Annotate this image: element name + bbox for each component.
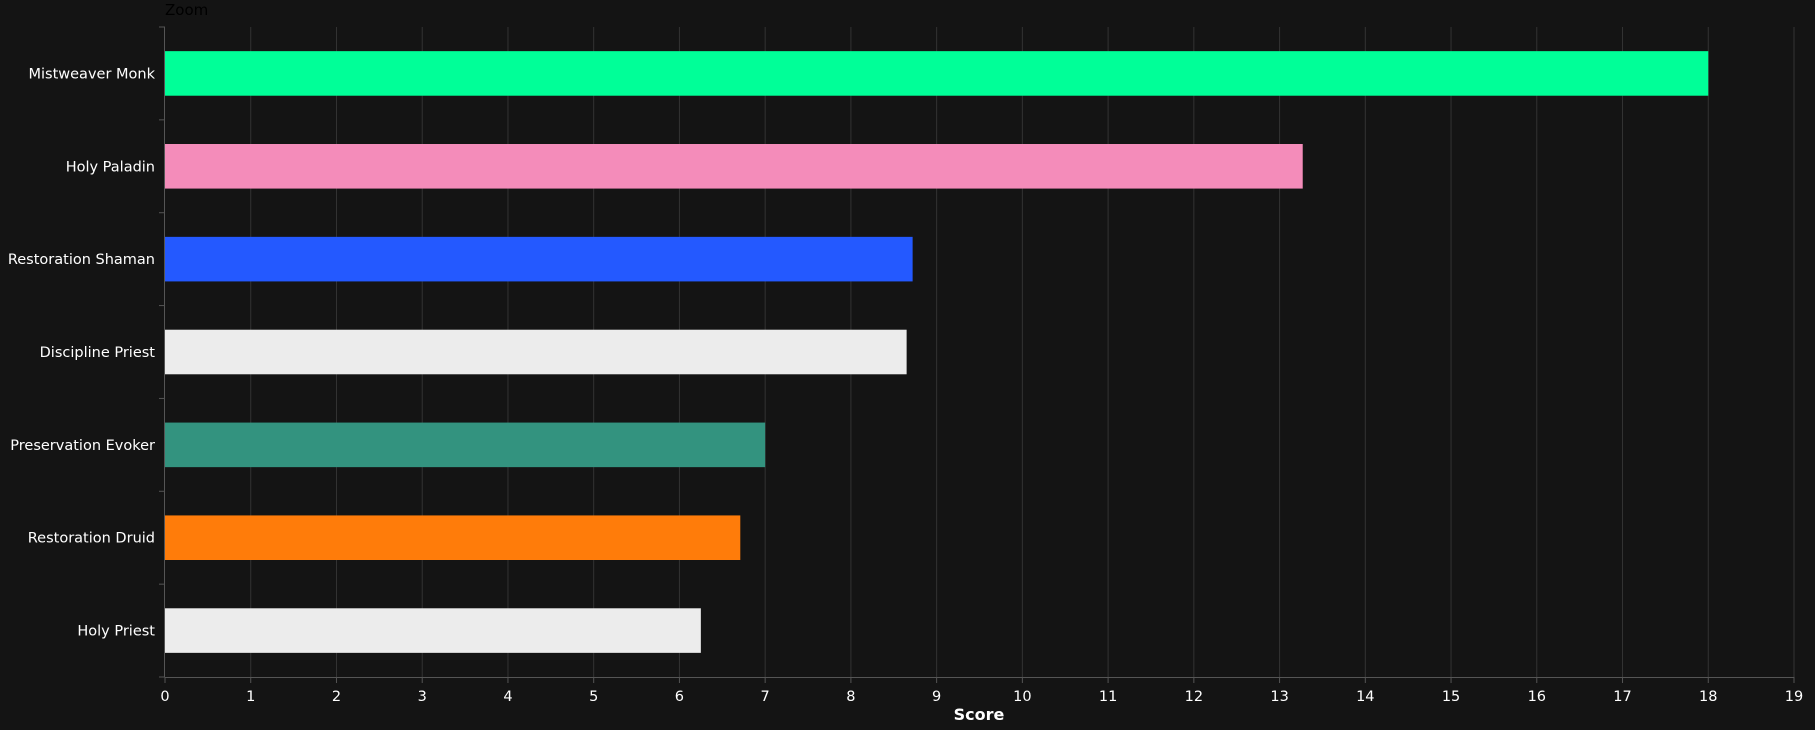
x-tick-label: 19 — [1785, 689, 1803, 705]
category-label: Restoration Shaman — [8, 252, 155, 268]
category-label: Mistweaver Monk — [29, 66, 156, 82]
x-tick-label: 3 — [418, 689, 427, 705]
x-tick-label: 18 — [1699, 689, 1717, 705]
x-tick-label: 5 — [589, 689, 598, 705]
bar-discipline-priest[interactable] — [165, 329, 907, 375]
x-tick-label: 17 — [1613, 689, 1631, 705]
zoom-label[interactable]: Zoom — [165, 1, 208, 19]
bar-mistweaver-monk[interactable] — [165, 51, 1709, 96]
x-tick-label: 15 — [1442, 689, 1460, 705]
x-tick-label: 1 — [246, 689, 255, 705]
x-tick-label: 13 — [1270, 689, 1288, 705]
category-label: Restoration Druid — [28, 531, 155, 547]
x-tick-label: 9 — [932, 689, 941, 705]
category-label: Discipline Priest — [40, 345, 156, 361]
x-tick-label: 12 — [1185, 689, 1203, 705]
category-label: Holy Paladin — [66, 159, 155, 175]
x-tick-label: 0 — [160, 689, 169, 705]
x-tick-label: 4 — [503, 689, 512, 705]
x-tick-label: 10 — [1013, 689, 1031, 705]
bar-holy-paladin[interactable] — [165, 144, 1303, 189]
bar-holy-priest[interactable] — [165, 608, 701, 653]
category-label: Preservation Evoker — [10, 438, 155, 454]
x-tick-label: 11 — [1099, 689, 1117, 705]
x-tick-label: 14 — [1356, 689, 1374, 705]
score-bar-chart: Mistweaver Monk Holy Paladin Restoration S… — [0, 0, 1815, 730]
category-label: Holy Priest — [77, 624, 155, 640]
x-tick-label: 6 — [675, 689, 684, 705]
x-tick-label: 2 — [332, 689, 341, 705]
bar-preservation-evoker[interactable] — [165, 422, 766, 468]
bar-restoration-druid[interactable] — [165, 515, 741, 560]
bar-restoration-shaman[interactable] — [165, 236, 913, 282]
x-tick-label: 8 — [846, 689, 855, 705]
x-tick-label: 16 — [1528, 689, 1546, 705]
x-axis-title: Score — [954, 705, 1005, 724]
x-tick-label: 7 — [761, 689, 770, 705]
